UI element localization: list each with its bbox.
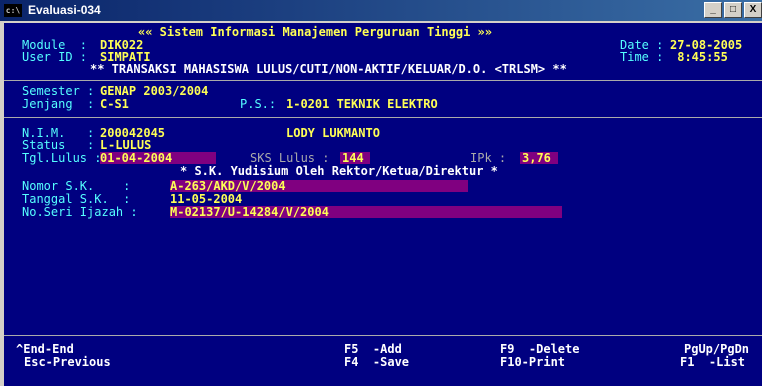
sk-section-title: * S.K. Yudisium Oleh Rektor/Ketua/Direkt… (180, 164, 498, 178)
separator (4, 335, 762, 336)
console-area[interactable]: «« Sistem Informasi Manajemen Perguruan … (4, 23, 762, 386)
time-label: Time : (620, 50, 664, 64)
user-id-label: User ID : (22, 50, 88, 64)
maximize-button[interactable]: □ (724, 2, 742, 18)
esc-key[interactable]: Esc-Previous (24, 356, 111, 369)
window-title: Evaluasi-034 (28, 3, 101, 17)
tgl-lulus-value: 01-04-2004 (100, 151, 173, 165)
system-title: «« Sistem Informasi Manajemen Perguruan … (138, 25, 493, 39)
separator (4, 80, 762, 81)
no-seri-ijazah-label: No.Seri Ijazah : (22, 205, 138, 219)
student-name: LODY LUKMANTO (286, 126, 380, 140)
transaction-title: ** TRANSAKSI MAHASISWA LULUS/CUTI/NON-AK… (90, 62, 567, 76)
jenjang-value: C-S1 (100, 97, 129, 111)
title-bar[interactable]: c:\ Evaluasi-034 _ □ X (0, 0, 762, 21)
time-value: 8:45:55 (670, 50, 728, 64)
tgl-lulus-label: Tgl.Lulus : (22, 151, 102, 165)
separator (4, 117, 762, 118)
ps-value: 1-0201 TEKNIK ELEKTRO (286, 97, 438, 111)
ps-label: P.S.: (240, 97, 277, 111)
f10-print-key[interactable]: F10-Print (500, 356, 565, 369)
console-window: c:\ Evaluasi-034 _ □ X «« Sistem Informa… (0, 0, 762, 386)
minimize-button[interactable]: _ (704, 2, 722, 18)
f4-save-key[interactable]: F4 -Save (344, 356, 409, 369)
no-seri-ijazah-value: M-02137/U-14284/V/2004 (170, 205, 329, 219)
f1-list-key[interactable]: F1 -List (680, 356, 745, 369)
ipk-value: 3,76 (522, 151, 551, 165)
close-button[interactable]: X (744, 2, 762, 18)
jenjang-label: Jenjang : (22, 97, 95, 111)
console-icon[interactable]: c:\ (4, 4, 22, 17)
